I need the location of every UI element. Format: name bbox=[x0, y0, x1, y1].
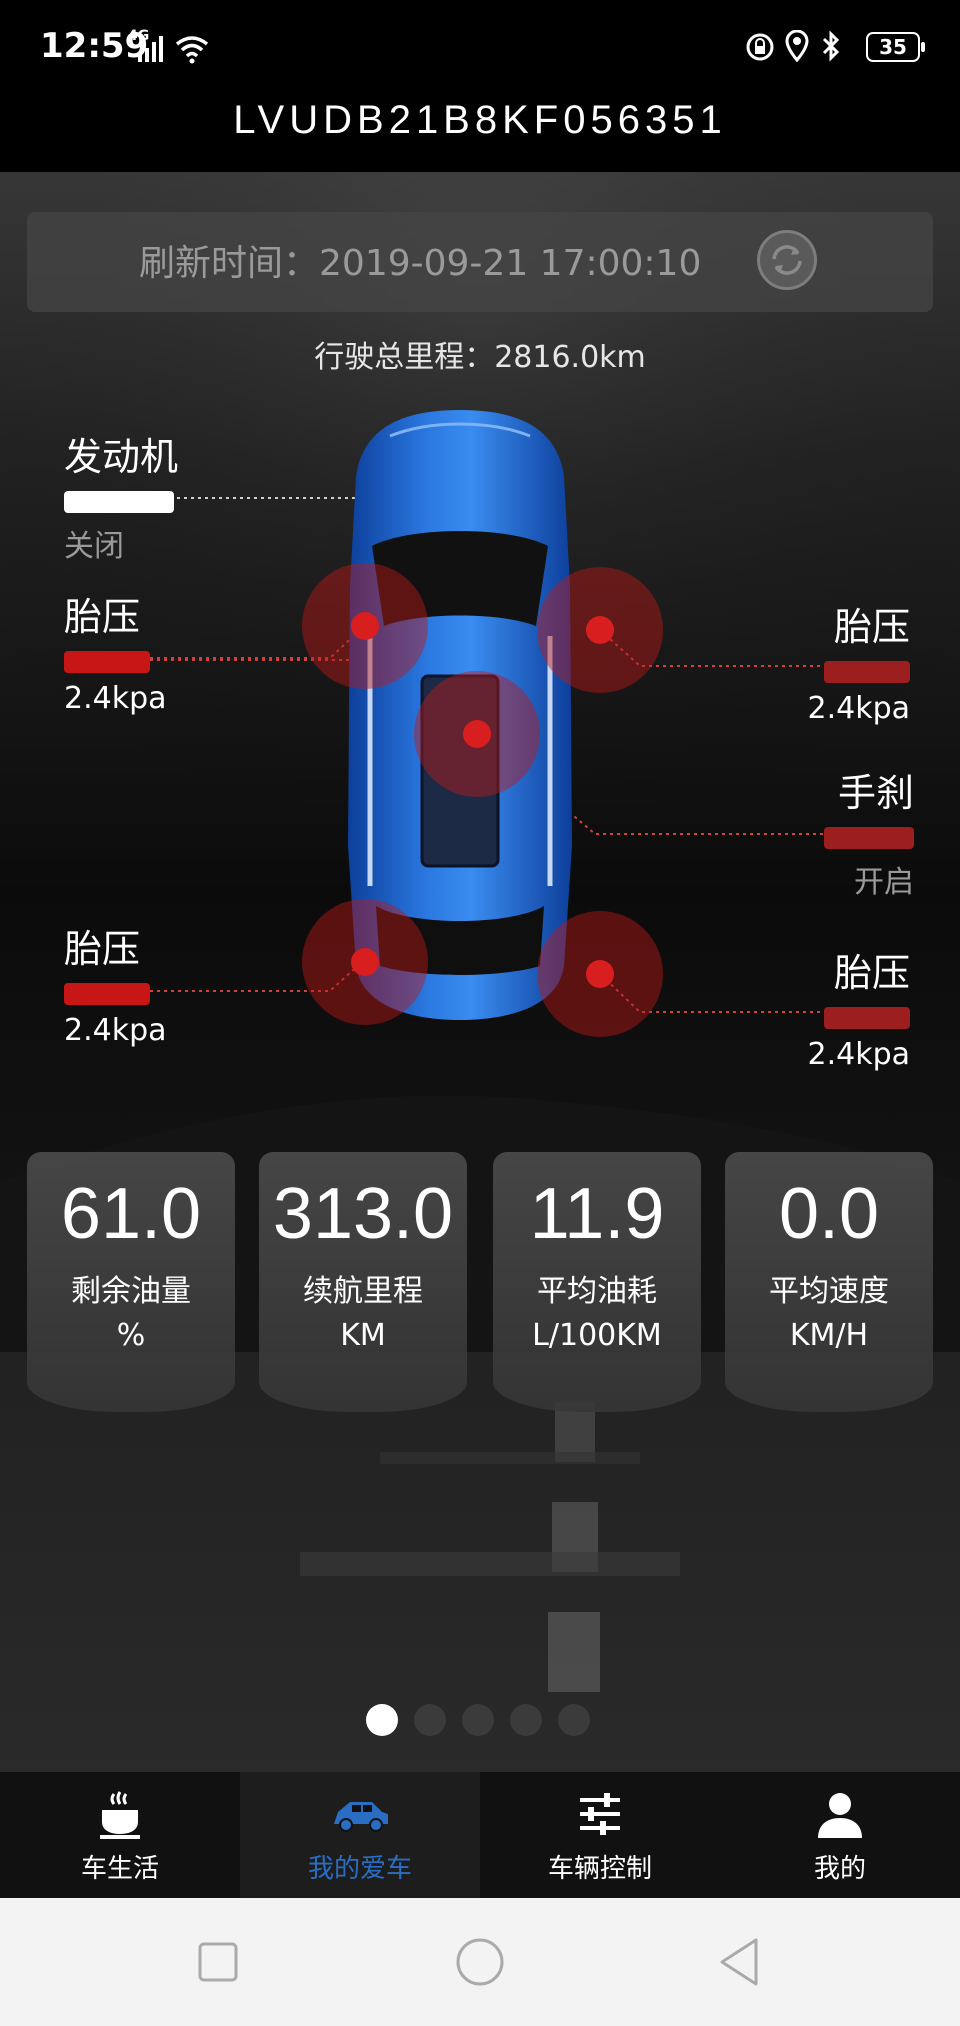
stat-unit: % bbox=[116, 1318, 146, 1353]
nav-label: 车生活 bbox=[80, 1854, 159, 1884]
stat-label: 续航里程 bbox=[303, 1274, 423, 1309]
nav-vehicle-control[interactable]: 车辆控制 bbox=[480, 1772, 720, 1898]
stat-label: 平均速度 bbox=[769, 1274, 889, 1309]
handbrake-dot bbox=[463, 720, 491, 748]
stat-value: 61.0 bbox=[60, 1174, 202, 1254]
tire-rear-right-hotspot[interactable] bbox=[537, 911, 663, 1037]
home-icon[interactable] bbox=[452, 1934, 508, 1990]
nav-label: 车辆控制 bbox=[547, 1854, 652, 1884]
tire-front-right-title: 胎压 bbox=[833, 605, 910, 649]
system-nav-bar bbox=[0, 1898, 960, 2026]
tire-front-left-dot bbox=[351, 612, 379, 640]
handbrake-title: 手刹 bbox=[837, 771, 914, 815]
tire-rear-left-status: 胎压 2.4kpa bbox=[64, 918, 167, 1048]
stat-value: 0.0 bbox=[778, 1174, 880, 1254]
tire-rear-left-hotspot[interactable] bbox=[302, 899, 428, 1025]
vehicle-dashboard: 刷新时间：2019-09-21 17:00:10 行驶总里程：2816.0km bbox=[0, 172, 960, 1772]
tire-rear-left-bar bbox=[64, 983, 150, 1005]
tire-rear-left-value: 2.4kpa bbox=[64, 1013, 167, 1048]
page-indicator bbox=[366, 1704, 596, 1740]
page-dot-active[interactable] bbox=[366, 1704, 398, 1736]
handbrake-status-text: 开启 bbox=[854, 865, 914, 900]
stat-value: 11.9 bbox=[529, 1174, 665, 1254]
refresh-bar: 刷新时间：2019-09-21 17:00:10 bbox=[27, 212, 933, 312]
user-icon bbox=[818, 1793, 862, 1838]
tire-front-right-value: 2.4kpa bbox=[807, 691, 910, 726]
vehicle-stats: 61.0 剩余油量 % 313.0 续航里程 KM 11.9 平均油耗 L/10… bbox=[27, 1152, 933, 1412]
engine-status: 发动机 关闭 bbox=[64, 426, 178, 565]
bluetooth-icon bbox=[822, 30, 840, 62]
stat-unit: KM/H bbox=[789, 1318, 869, 1353]
refresh-icon bbox=[772, 245, 802, 275]
coffee-cup-icon bbox=[100, 1791, 140, 1839]
vin-title: LVUDB21B8KF056351 bbox=[233, 98, 727, 142]
back-icon[interactable] bbox=[712, 1934, 768, 1990]
handbrake-bar bbox=[824, 827, 914, 849]
stat-unit: L/100KM bbox=[532, 1318, 662, 1353]
tire-front-left-title: 胎压 bbox=[64, 595, 141, 639]
nav-mine[interactable]: 我的 bbox=[720, 1772, 960, 1898]
stat-label: 剩余油量 bbox=[71, 1274, 191, 1309]
tire-front-left-status: 胎压 2.4kpa bbox=[64, 586, 167, 716]
handbrake-status: 手刹 开启 bbox=[780, 762, 914, 901]
refresh-value: 2019-09-21 17:00:10 bbox=[319, 243, 702, 284]
tire-front-right-status: 胎压 2.4kpa bbox=[780, 596, 910, 726]
tire-front-right-bar bbox=[824, 661, 910, 683]
wifi-icon bbox=[175, 36, 209, 64]
bottom-nav: 车生活 我的爱车 车辆控制 我的 bbox=[0, 1772, 960, 1898]
lock-icon bbox=[746, 33, 774, 61]
stat-fuel-level[interactable]: 61.0 剩余油量 % bbox=[27, 1152, 235, 1412]
tire-rear-right-bar bbox=[824, 1007, 910, 1029]
car-icon bbox=[334, 1802, 388, 1832]
tire-front-right-dot bbox=[586, 616, 614, 644]
nav-label: 我的爱车 bbox=[307, 1854, 412, 1884]
page-dot[interactable] bbox=[462, 1704, 494, 1736]
refresh-label: 刷新时间： bbox=[139, 243, 320, 284]
stat-range[interactable]: 313.0 续航里程 KM bbox=[259, 1152, 467, 1412]
tire-rear-right-title: 胎压 bbox=[833, 951, 910, 995]
tire-rear-left-dot bbox=[351, 948, 379, 976]
recent-apps-icon[interactable] bbox=[190, 1934, 246, 1990]
sliders-icon bbox=[580, 1793, 620, 1835]
tire-rear-right-status: 胎压 2.4kpa bbox=[780, 942, 910, 1072]
page-dot[interactable] bbox=[558, 1704, 590, 1736]
tire-rear-right-value: 2.4kpa bbox=[807, 1037, 910, 1072]
tire-front-left-bar bbox=[64, 651, 150, 673]
tire-front-left-value: 2.4kpa bbox=[64, 681, 167, 716]
refresh-time: 刷新时间：2019-09-21 17:00:10 bbox=[139, 234, 701, 286]
stat-unit: KM bbox=[340, 1318, 386, 1353]
engine-bar bbox=[64, 491, 174, 513]
tire-rear-right-dot bbox=[586, 960, 614, 988]
nav-my-car[interactable]: 我的爱车 bbox=[240, 1772, 480, 1898]
battery-icon: 35 bbox=[866, 32, 925, 62]
stat-avg-consumption[interactable]: 11.9 平均油耗 L/100KM bbox=[493, 1152, 701, 1412]
total-mileage: 行驶总里程：2816.0km bbox=[314, 340, 646, 375]
app-header: LVUDB21B8KF056351 bbox=[0, 98, 960, 172]
status-bar: 12:59 4G 35 bbox=[0, 0, 960, 98]
tire-front-left-hotspot[interactable] bbox=[302, 563, 428, 689]
nav-label: 我的 bbox=[813, 1854, 866, 1884]
status-left-icons: 4G bbox=[128, 28, 228, 66]
location-icon bbox=[785, 30, 809, 62]
nav-car-life[interactable]: 车生活 bbox=[0, 1772, 240, 1898]
stat-value: 313.0 bbox=[272, 1174, 454, 1254]
stat-label: 平均油耗 bbox=[537, 1274, 657, 1309]
status-right-icons: 35 bbox=[745, 28, 925, 68]
signal-icon bbox=[138, 36, 163, 62]
engine-status-text: 关闭 bbox=[64, 529, 124, 564]
stat-avg-speed[interactable]: 0.0 平均速度 KM/H bbox=[725, 1152, 933, 1412]
engine-title: 发动机 bbox=[64, 435, 179, 479]
page-dot[interactable] bbox=[510, 1704, 542, 1736]
tire-front-right-hotspot[interactable] bbox=[537, 567, 663, 693]
handbrake-hotspot[interactable] bbox=[414, 671, 540, 797]
tire-rear-left-title: 胎压 bbox=[64, 927, 141, 971]
page-dot[interactable] bbox=[414, 1704, 446, 1736]
refresh-button[interactable] bbox=[757, 230, 817, 290]
